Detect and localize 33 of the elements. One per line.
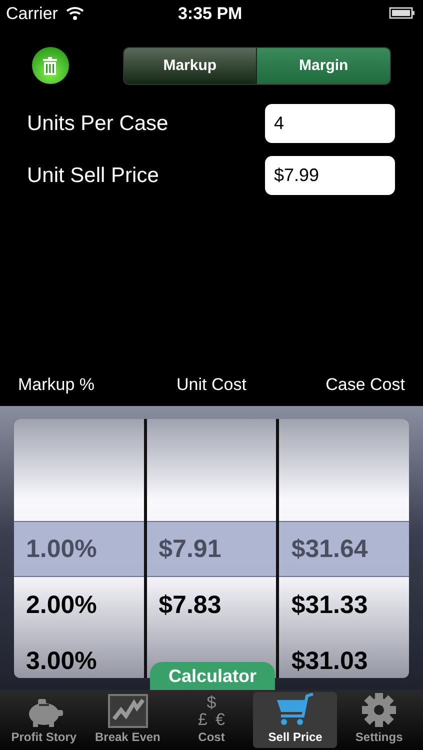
tab-bar-item[interactable]: Break Even <box>86 692 170 748</box>
line-chart-icon <box>108 694 148 728</box>
picker-row[interactable]: 1.00% <box>14 521 144 578</box>
wifi-icon <box>66 6 84 20</box>
input-field[interactable]: $7.99 <box>265 156 395 195</box>
picker-row[interactable]: $31.64 <box>279 521 409 578</box>
currency-icon: $ £ € <box>198 694 225 728</box>
tab-bar-item[interactable]: Sell Price <box>253 692 338 748</box>
battery-icon <box>389 7 415 20</box>
tab-bar-item[interactable]: $ £ € Cost <box>170 692 254 748</box>
picker-row[interactable]: $31.33 <box>279 577 409 634</box>
field-label: Unit Sell Price <box>27 162 159 189</box>
segment-tab[interactable]: Margin <box>256 48 390 84</box>
column-header: Case Cost <box>324 374 406 396</box>
picker-row[interactable]: $31.03 <box>279 633 409 678</box>
trash-icon <box>43 56 58 75</box>
column-header: Markup % <box>17 374 96 396</box>
picker-row[interactable]: 2.00% <box>14 577 144 634</box>
column-header: Unit Cost <box>176 374 248 396</box>
segment-tab[interactable]: Markup <box>124 48 256 84</box>
picker-row[interactable]: 3.00% <box>14 633 144 678</box>
picker-row[interactable]: $7.91 <box>146 521 276 578</box>
trash-button[interactable] <box>32 47 69 84</box>
picker-row[interactable]: $7.83 <box>146 577 276 634</box>
tab-bar-item[interactable]: Settings <box>337 692 421 748</box>
picker-wheel[interactable]: $31.64 $31.33 $31.03 <box>279 419 409 678</box>
field-label: Units Per Case <box>27 110 168 137</box>
clock-time: 3:35 PM <box>178 2 242 25</box>
carrier-name: Carrier <box>6 2 58 25</box>
input-field[interactable]: 4 <box>265 104 395 143</box>
tab-bar-item[interactable]: Profit Story <box>2 692 86 748</box>
picker-wheel[interactable]: 1.00% 2.00% 3.00% <box>14 419 144 678</box>
settings-icon <box>361 692 398 728</box>
